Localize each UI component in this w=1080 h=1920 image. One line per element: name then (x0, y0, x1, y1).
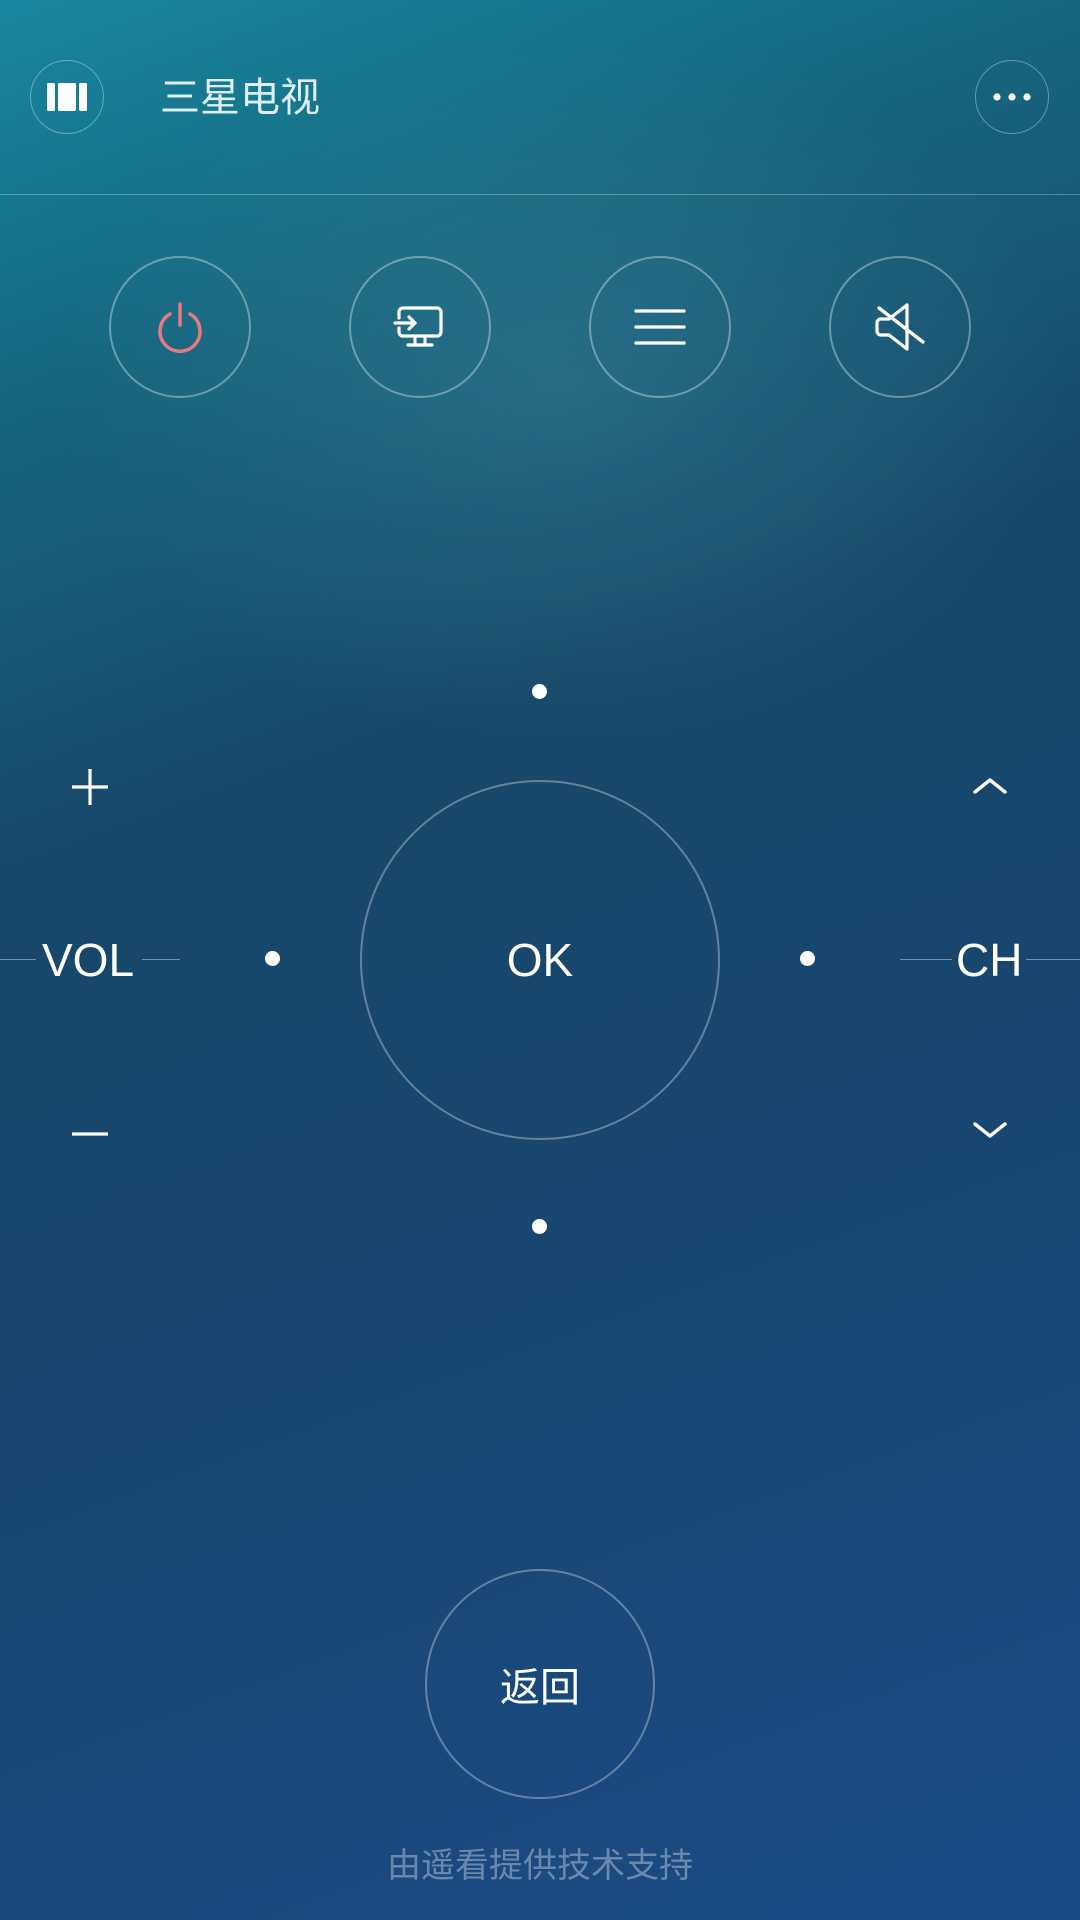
channel-down-button[interactable] (970, 1116, 1010, 1146)
more-options-button[interactable] (975, 60, 1049, 134)
vol-divider-left (0, 959, 36, 960)
back-button[interactable]: 返回 (425, 1569, 655, 1799)
ch-label: CH (956, 934, 1023, 986)
ch-divider-left (900, 959, 952, 960)
menu-button[interactable] (589, 256, 731, 398)
header-divider (0, 194, 1080, 195)
chevron-up-icon (970, 770, 1010, 800)
dpad-right-button[interactable] (800, 951, 815, 966)
power-button[interactable] (109, 256, 251, 398)
ch-divider-right (1026, 959, 1080, 960)
mute-icon (873, 302, 927, 352)
ok-label: OK (506, 934, 574, 986)
ok-button[interactable]: OK (360, 780, 720, 1140)
vol-divider-right (142, 959, 180, 960)
vol-label: VOL (42, 934, 135, 986)
dpad-left-button[interactable] (265, 951, 280, 966)
minus-icon (70, 1114, 110, 1154)
input-source-icon (393, 304, 447, 350)
remote-grid-icon (46, 82, 88, 112)
remote-list-button[interactable] (30, 60, 104, 134)
volume-up-button[interactable] (70, 767, 110, 807)
page-title: 三星电视 (160, 75, 320, 121)
power-icon (154, 301, 206, 353)
more-dots-icon (992, 92, 1032, 102)
chevron-down-icon (970, 1116, 1010, 1146)
dpad-up-button[interactable] (532, 684, 547, 699)
back-label: 返回 (500, 1665, 580, 1711)
footer-credit: 由遥看提供技术支持 (387, 1846, 693, 1886)
menu-lines-icon (634, 307, 686, 347)
channel-up-button[interactable] (970, 770, 1010, 800)
mute-button[interactable] (829, 256, 971, 398)
dpad-down-button[interactable] (532, 1219, 547, 1234)
volume-down-button[interactable] (70, 1114, 110, 1154)
plus-icon (70, 767, 110, 807)
source-button[interactable] (349, 256, 491, 398)
